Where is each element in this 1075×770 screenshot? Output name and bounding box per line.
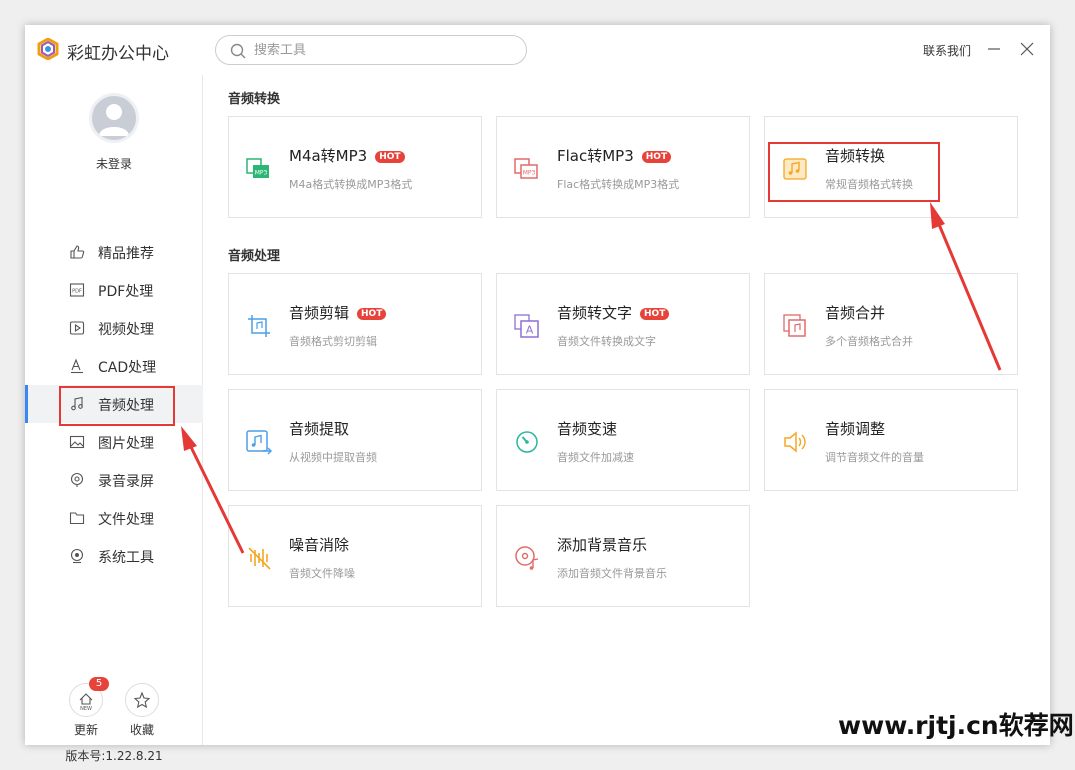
card-description: 多个音频格式合并 (825, 335, 913, 348)
svg-text:A: A (526, 324, 534, 337)
tool-card-m4a-to-mp3[interactable]: MP3 M4a转MP3 HOT M4a格式转换成MP3格式 (228, 116, 482, 218)
sidebar-item-file[interactable]: 文件处理 (25, 499, 203, 537)
svg-text:NEW: NEW (80, 706, 92, 712)
sidebar-item-label: 文件处理 (98, 512, 154, 528)
sidebar-item-label: 图片处理 (98, 436, 154, 452)
favorite-button[interactable] (125, 683, 159, 717)
sidebar-item-label: 录音录屏 (98, 474, 154, 490)
sidebar-item-video[interactable]: 视频处理 (25, 309, 203, 347)
tool-card-audio-to-text[interactable]: A 音频转文字 HOT 音频文件转换成文字 (496, 273, 750, 375)
pdf-icon: PDF (69, 283, 85, 297)
speaker-icon (784, 431, 806, 453)
image-icon (69, 435, 85, 449)
disc-music-icon (515, 546, 539, 570)
rainbow-logo-icon (37, 38, 59, 60)
tool-card-audio-cut[interactable]: 音频剪辑 HOT 音频格式剪切剪辑 (228, 273, 482, 375)
tool-card-audio-extract[interactable]: 音频提取 从视频中提取音频 (228, 389, 482, 491)
favorite-label: 收藏 (130, 723, 155, 737)
sidebar-item-cad[interactable]: CAD处理 (25, 347, 203, 385)
update-count-badge: 5 (89, 677, 109, 691)
card-title: 音频剪辑 HOT (289, 302, 387, 323)
section-title: 音频转换 (228, 92, 281, 107)
sidebar-item-label: 精品推荐 (98, 246, 154, 262)
sidebar-item-label: 视频处理 (98, 322, 154, 338)
audio-merge-icon (783, 314, 806, 337)
card-title: 音频变速 (557, 420, 618, 438)
svg-text:MP3: MP3 (523, 170, 536, 177)
title-bar: 彩虹办公中心 联系我们 (25, 25, 1050, 75)
hot-badge: HOT (640, 308, 670, 320)
card-description: M4a格式转换成MP3格式 (289, 178, 413, 191)
card-title: 添加背景音乐 (557, 536, 648, 554)
tool-card-audio-speed[interactable]: 音频变速 音频文件加减速 (496, 389, 750, 491)
system-icon (70, 548, 84, 564)
sidebar-item-label: PDF处理 (98, 284, 154, 300)
search-box[interactable] (215, 35, 527, 65)
card-description: 调节音频文件的音量 (825, 451, 924, 464)
update-label: 更新 (74, 723, 99, 737)
card-title: 噪音消除 (289, 536, 350, 554)
card-description: 音频文件加减速 (557, 451, 634, 464)
tool-card-noise-removal[interactable]: 噪音消除 音频文件降噪 (228, 505, 482, 607)
card-title: 音频调整 (825, 420, 886, 438)
card-title: Flac转MP3 HOT (557, 145, 672, 166)
star-icon (133, 691, 151, 709)
card-title: 音频转文字 HOT (557, 302, 670, 323)
minimize-button[interactable] (985, 37, 1003, 61)
card-title: 音频提取 (289, 420, 350, 438)
avatar[interactable] (89, 93, 139, 143)
card-title: M4a转MP3 HOT (289, 145, 405, 166)
search-input[interactable] (254, 40, 514, 60)
card-description: Flac格式转换成MP3格式 (557, 178, 680, 191)
annotation-highlight-audio-convert (768, 142, 940, 202)
hot-badge: HOT (375, 151, 405, 163)
mp3-convert-icon: MP3 (514, 158, 538, 179)
sidebar-item-system[interactable]: 系统工具 (25, 537, 203, 575)
tool-card-audio-volume[interactable]: 音频调整 调节音频文件的音量 (764, 389, 1018, 491)
card-description: 音频文件降噪 (289, 567, 355, 580)
thumbs-up-icon (70, 245, 85, 259)
card-description: 添加音频文件背景音乐 (557, 567, 667, 580)
sidebar-item-pdf[interactable]: PDF PDF处理 (25, 271, 203, 309)
card-title: 音频合并 (825, 304, 886, 322)
audio-to-text-icon: A (514, 314, 539, 338)
sidebar-item-recommended[interactable]: 精品推荐 (25, 233, 203, 271)
record-icon (70, 472, 84, 487)
speedometer-icon (516, 431, 538, 453)
sidebar-item-label: 系统工具 (98, 550, 154, 566)
hot-badge: HOT (641, 151, 672, 163)
search-icon (230, 43, 246, 59)
version-text: 版本号:1.22.8.21 (65, 749, 163, 763)
tool-card-background-music[interactable]: 添加背景音乐 添加音频文件背景音乐 (496, 505, 750, 607)
crop-icon (248, 315, 270, 337)
sidebar-item-label: CAD处理 (98, 360, 157, 376)
audio-extract-icon (246, 430, 272, 455)
card-description: 音频文件转换成文字 (557, 335, 656, 348)
app-title: 彩虹办公中心 (67, 44, 169, 64)
cad-icon (71, 358, 83, 374)
tool-card-flac-to-mp3[interactable]: MP3 Flac转MP3 HOT Flac格式转换成MP3格式 (496, 116, 750, 218)
user-icon (99, 104, 129, 136)
noise-removal-icon (248, 547, 271, 570)
video-play-icon (69, 321, 85, 335)
section-title: 音频处理 (228, 249, 281, 264)
svg-text:MP3: MP3 (255, 170, 268, 177)
tool-card-audio-merge[interactable]: 音频合并 多个音频格式合并 (764, 273, 1018, 375)
hot-badge: HOT (357, 308, 387, 320)
card-description: 从视频中提取音频 (289, 451, 377, 464)
folder-icon (69, 512, 85, 525)
sidebar-item-image[interactable]: 图片处理 (25, 423, 203, 461)
watermark: www.rjtj.cn软荐网 (838, 711, 1074, 740)
sidebar-item-record[interactable]: 录音录屏 (25, 461, 203, 499)
card-description: 音频格式剪切剪辑 (289, 335, 377, 348)
annotation-highlight-sidebar-audio (59, 386, 175, 426)
mp3-convert-icon: MP3 (246, 158, 269, 178)
close-button[interactable] (1017, 37, 1037, 61)
login-status[interactable]: 未登录 (25, 155, 203, 172)
svg-text:PDF: PDF (72, 289, 82, 295)
app-window: 彩虹办公中心 联系我们 未登录 精品 (25, 25, 1050, 763)
contact-us-link[interactable]: 联系我们 (923, 42, 971, 59)
